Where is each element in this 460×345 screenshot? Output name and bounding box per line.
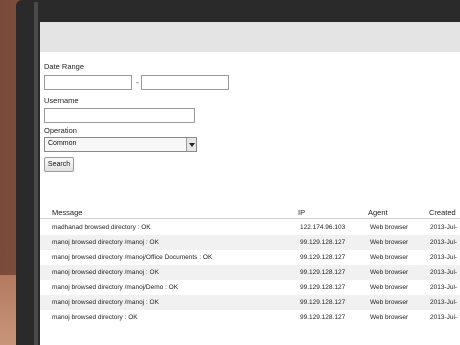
- cell-agent: Web browser: [370, 299, 409, 306]
- operation-label: Operation: [44, 126, 77, 135]
- table-row[interactable]: madhanad browsed directory : OK 122.174.…: [40, 220, 460, 235]
- column-header-created[interactable]: Created: [429, 208, 456, 217]
- chevron-down-icon[interactable]: [186, 138, 196, 151]
- cell-agent: Web browser: [370, 284, 409, 291]
- table-row[interactable]: manoj browsed directory /manoj/Office Do…: [40, 250, 460, 265]
- date-from-input[interactable]: [44, 75, 132, 90]
- table-row[interactable]: manoj browsed directory /manoj : OK 99.1…: [40, 295, 460, 310]
- username-input[interactable]: [44, 108, 195, 123]
- column-header-message[interactable]: Message: [52, 208, 82, 217]
- cell-agent: Web browser: [370, 239, 409, 246]
- date-to-input[interactable]: [141, 75, 229, 90]
- cell-message: manoj browsed directory : OK: [52, 314, 138, 321]
- cell-message: manoj browsed directory /manoj/Office Do…: [52, 254, 213, 261]
- table-row[interactable]: manoj browsed directory /manoj : OK 99.1…: [40, 235, 460, 250]
- cell-agent: Web browser: [370, 254, 409, 261]
- date-range-label: Date Range: [44, 62, 85, 71]
- search-button[interactable]: Search: [44, 157, 74, 172]
- cell-ip: 99.129.128.127: [300, 239, 346, 246]
- table-row[interactable]: manoj browsed directory : OK 99.129.128.…: [40, 310, 460, 325]
- table-row[interactable]: manoj browsed directory /manoj : OK 99.1…: [40, 265, 460, 280]
- cell-created: 2013-Jul-: [430, 299, 458, 306]
- column-header-ip[interactable]: IP: [298, 208, 305, 217]
- operation-selected-value: Common: [48, 140, 77, 147]
- cell-ip: 122.174.96.103: [300, 224, 346, 231]
- cell-created: 2013-Jul-: [430, 314, 458, 321]
- cell-ip: 99.129.128.127: [300, 254, 346, 261]
- page-header-bar: [40, 22, 460, 52]
- column-header-agent[interactable]: Agent: [368, 208, 388, 217]
- cell-ip: 99.129.128.127: [300, 284, 346, 291]
- browser-screen: Date Range - Username Operation Common S…: [40, 22, 460, 345]
- cell-created: 2013-Jul-: [430, 284, 458, 291]
- cell-created: 2013-Jul-: [430, 239, 458, 246]
- watermark-how-text: How: [400, 325, 428, 340]
- wikihow-watermark: wiki How: [370, 324, 456, 342]
- operation-select[interactable]: Common: [44, 137, 197, 152]
- date-separator: -: [136, 78, 139, 87]
- cell-message: manoj browsed directory /manoj : OK: [52, 239, 159, 246]
- cell-message: manoj browsed directory /manoj : OK: [52, 269, 159, 276]
- cell-created: 2013-Jul-: [430, 269, 458, 276]
- watermark-wiki-text: wiki: [370, 325, 396, 340]
- cell-agent: Web browser: [370, 224, 409, 231]
- table-row[interactable]: manoj browsed directory /manoj/Demo : OK…: [40, 280, 460, 295]
- cell-created: 2013-Jul-: [430, 224, 458, 231]
- cell-ip: 99.129.128.127: [300, 299, 346, 306]
- monitor-edge: [34, 2, 38, 345]
- username-label: Username: [44, 96, 79, 105]
- cell-agent: Web browser: [370, 269, 409, 276]
- table-header-divider: [40, 218, 460, 219]
- cell-agent: Web browser: [370, 314, 409, 321]
- cell-created: 2013-Jul-: [430, 254, 458, 261]
- cell-message: madhanad browsed directory : OK: [52, 224, 151, 231]
- cell-ip: 99.129.128.127: [300, 269, 346, 276]
- cell-ip: 99.129.128.127: [300, 314, 346, 321]
- cell-message: manoj browsed directory /manoj : OK: [52, 299, 159, 306]
- cell-message: manoj browsed directory /manoj/Demo : OK: [52, 284, 179, 291]
